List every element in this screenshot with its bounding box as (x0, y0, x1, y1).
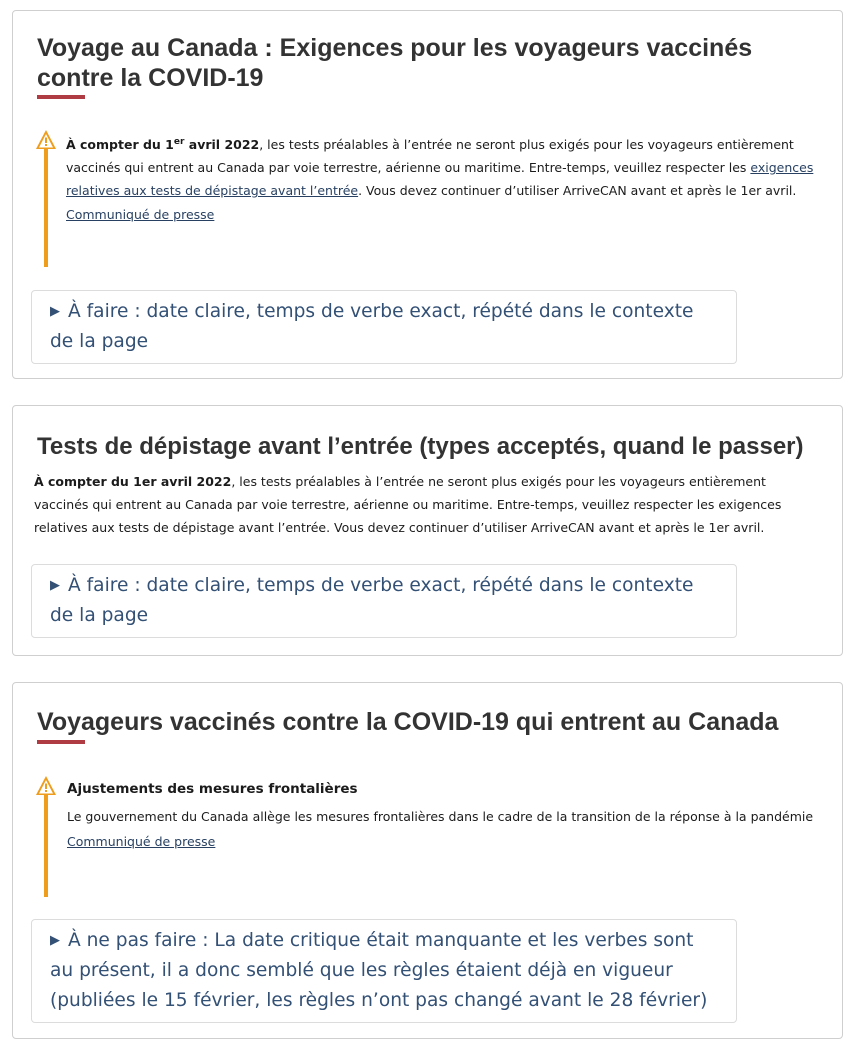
details-summary-text: À faire : date claire, temps de verbe ex… (50, 301, 694, 352)
triangle-right-icon: ▶ (50, 578, 60, 593)
warning-alert: À compter du 1er avril 2022, les tests p… (36, 130, 814, 267)
alert-content: Ajustements des mesures frontalières Le … (67, 777, 814, 855)
triangle-right-icon: ▶ (50, 933, 60, 948)
details-summary-text: À faire : date claire, temps de verbe ex… (50, 575, 694, 626)
details-summary-todo[interactable]: ▶ À faire : date claire, temps de verbe e… (31, 290, 737, 364)
alert-text: Le gouvernement du Canada allège les mes… (67, 809, 814, 824)
card-pre-entry-tests: Tests de dépistage avant l’entrée (types… (12, 405, 843, 656)
alert-border (44, 785, 48, 897)
section-title: Tests de dépistage avant l’entrée (types… (37, 433, 804, 460)
details-summary-todo[interactable]: ▶ À faire : date claire, temps de verbe e… (31, 564, 737, 638)
alert-lead: À compter du 1er avril 2022 (66, 137, 260, 153)
warning-alert: Ajustements des mesures frontalières Le … (36, 776, 814, 903)
title-underline (37, 95, 85, 99)
alert-heading: Ajustements des mesures frontalières (67, 781, 358, 797)
alert-text: À compter du 1er avril 2022, les tests p… (66, 137, 814, 199)
press-release-link[interactable]: Communiqué de presse (66, 202, 814, 228)
press-release-link[interactable]: Communiqué de presse (67, 829, 814, 855)
section-text: À compter du 1er avril 2022, les tests p… (34, 474, 782, 535)
warning-triangle-icon (36, 130, 56, 149)
section-title: Voyageurs vaccinés contre la COVID-19 qu… (37, 708, 779, 736)
details-summary-dont[interactable]: ▶ À ne pas faire : La date critique était… (31, 919, 737, 1023)
alert-content: À compter du 1er avril 2022, les tests p… (66, 131, 814, 228)
warning-triangle-icon (36, 776, 56, 795)
details-summary-text: À ne pas faire : La date critique était … (50, 930, 708, 1011)
title-underline (37, 740, 85, 744)
card-vaccinated-travellers: Voyageurs vaccinés contre la COVID-19 qu… (12, 682, 843, 1039)
card-travel-requirements: Voyage au Canada : Exigences pour les vo… (12, 10, 843, 379)
triangle-right-icon: ▶ (50, 304, 60, 319)
alert-border (44, 139, 48, 267)
page-title: Voyage au Canada : Exigences pour les vo… (37, 34, 753, 92)
section-lead: À compter du 1er avril 2022 (34, 474, 232, 489)
